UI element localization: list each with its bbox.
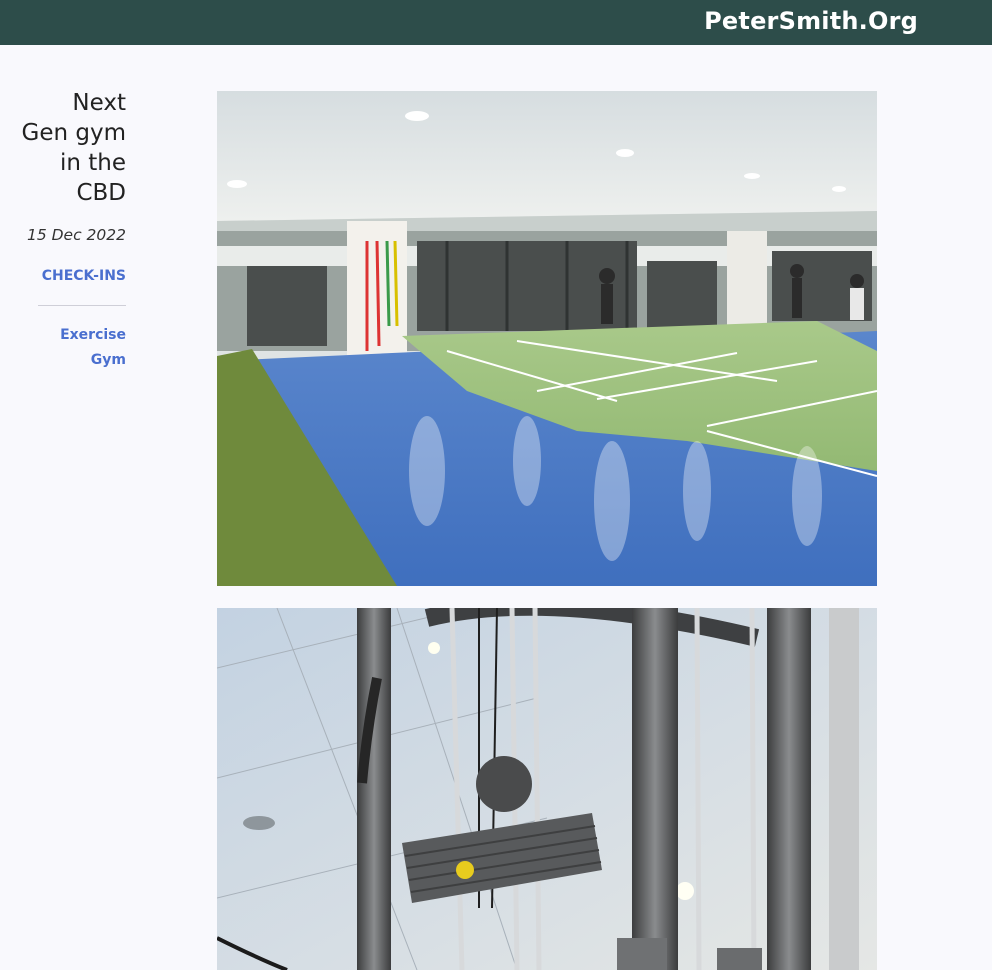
post-meta: Next Gen gym in the CBD 15 Dec 2022 CHEC… — [20, 88, 126, 373]
tag-link-exercise[interactable]: Exercise — [20, 323, 126, 348]
gym-floor-photo — [217, 91, 877, 586]
site-header: PeterSmith.Org — [0, 0, 992, 45]
meta-divider — [38, 305, 126, 306]
post-date: 15 Dec 2022 — [26, 226, 126, 244]
tag-link-gym[interactable]: Gym — [20, 348, 126, 373]
post-title: Next Gen gym in the CBD — [21, 90, 126, 206]
site-title-link[interactable]: PeterSmith.Org — [704, 7, 918, 35]
category-link[interactable]: CHECK-INS — [20, 264, 126, 289]
cable-machine-photo — [217, 608, 877, 970]
tag-list: Exercise Gym — [20, 323, 126, 373]
